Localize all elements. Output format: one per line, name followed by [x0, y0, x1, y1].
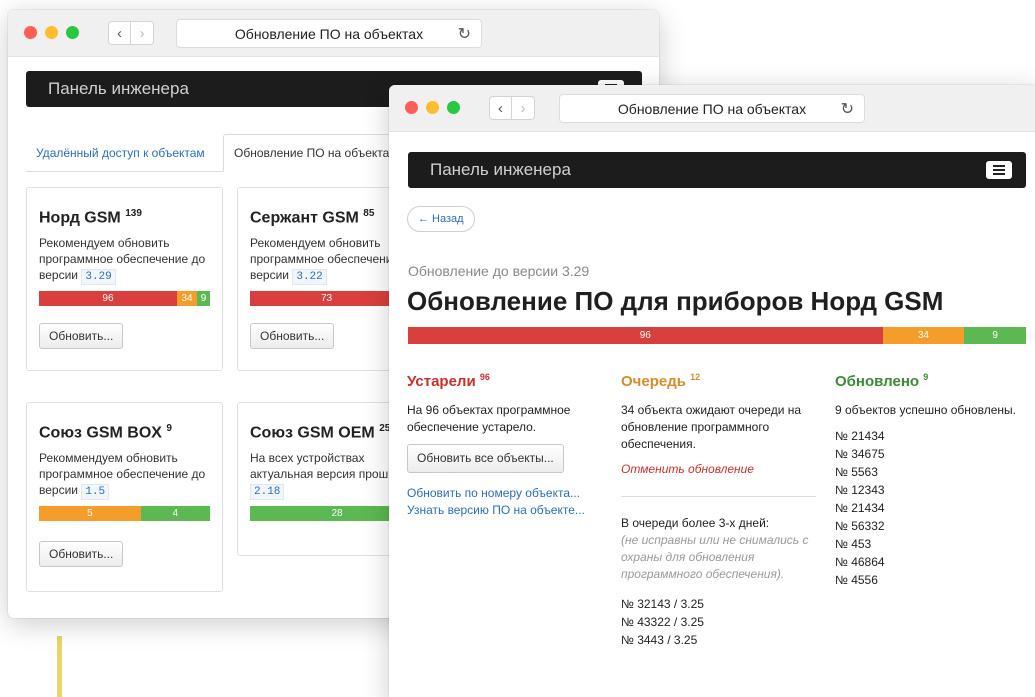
list-item: № 4556 — [835, 573, 878, 587]
list-item: № 56332 — [835, 519, 885, 533]
queue-heading: Очередь 12 — [621, 372, 701, 390]
list-item: № 34675 — [835, 447, 885, 461]
version-badge: 1.5 — [81, 484, 110, 501]
list-item: № 3443 / 3.25 — [621, 633, 698, 647]
tab-software-update[interactable]: Обновление ПО на объекта — [223, 134, 401, 172]
check-version-link[interactable]: Узнать версию ПО на объекте... — [407, 502, 603, 519]
update-button[interactable]: Обновить... — [39, 541, 124, 568]
card-title: Союз GSM BOX 9 — [39, 423, 172, 442]
page-title: Обновление ПО для приборов Норд GSM — [407, 286, 944, 316]
list-item: № 5563 — [835, 465, 878, 479]
cancel-update-link[interactable]: Отменить обновление — [621, 461, 816, 478]
outdated-column: Устарели 96 На 96 объектах программное о… — [407, 369, 603, 519]
updated-column: Обновлено 9 9 объектов успешно обновлены… — [835, 369, 1031, 589]
status-progress-bar: 96 34 9 — [408, 327, 1026, 344]
update-by-number-link[interactable]: Обновить по номеру объекта... — [407, 485, 603, 502]
card-title: Норд GSM 139 — [39, 208, 142, 227]
address-bar[interactable]: Обновление ПО на объектах ↻ — [176, 19, 482, 48]
bar-updated: 9 — [197, 291, 211, 307]
update-button[interactable]: Обновить... — [39, 323, 124, 350]
updated-heading: Обновлено 9 — [835, 372, 929, 390]
version-badge: 2.18 — [250, 484, 285, 501]
list-item: № 46864 — [835, 555, 885, 569]
address-bar-title: Обновление ПО на объектах — [617, 100, 807, 117]
device-card: Норд GSM 139 Рекомендуем обновить програ… — [26, 187, 223, 371]
outdated-text: На 96 объектах программное обеспечение у… — [407, 403, 571, 434]
history-nav: ‹ › — [108, 21, 154, 45]
list-item: № 32143 / 3.25 — [621, 597, 704, 611]
card-text: Рекомендуем обновить программное обеспеч… — [39, 236, 206, 286]
forward-arrow-icon[interactable]: › — [131, 21, 154, 45]
menu-icon[interactable] — [986, 161, 1012, 179]
decorative-accent-line — [57, 636, 62, 697]
bar-updated: 9 — [964, 327, 1026, 344]
back-button[interactable]: ← Назад — [407, 206, 475, 232]
list-item: № 453 — [835, 537, 872, 551]
update-button[interactable]: Обновить... — [250, 323, 335, 350]
bar-outdated: 73 — [250, 291, 404, 307]
version-badge: 3.29 — [81, 269, 116, 286]
update-all-button[interactable]: Обновить все объекты... — [407, 444, 564, 473]
card-count: 85 — [363, 208, 375, 219]
browser-titlebar: ‹ › Обновление ПО на объектах ↻ — [8, 10, 659, 57]
outdated-heading: Устарели 96 — [407, 372, 490, 390]
card-count: 9 — [166, 423, 172, 434]
bar-outdated: 96 — [39, 291, 177, 307]
page-subtitle: Обновление до версии 3.29 — [408, 263, 590, 279]
bar-outdated: 96 — [408, 327, 883, 344]
minimize-window-button[interactable] — [45, 26, 58, 39]
browser-titlebar: ‹ › Обновление ПО на объектах ↻ — [389, 85, 1035, 132]
bar-queued: 34 — [176, 291, 198, 307]
list-item: № 21434 — [835, 429, 885, 443]
reload-icon[interactable]: ↻ — [841, 99, 854, 119]
list-item: № 12343 — [835, 483, 885, 497]
back-arrow-icon[interactable]: ‹ — [108, 21, 131, 45]
address-bar-title: Обновление ПО на объектах — [234, 25, 424, 42]
browser-window-detail: ‹ › Обновление ПО на объектах ↻ Панель и… — [389, 85, 1035, 697]
zoom-window-button[interactable] — [66, 26, 79, 39]
queue-column: Очередь 12 34 объекта ожидают очереди на… — [621, 369, 816, 649]
bar-updated: 4 — [140, 506, 210, 522]
version-badge: 3.22 — [292, 269, 327, 286]
app-navbar: Панель инженера — [408, 152, 1026, 188]
queue-text: 34 объекта ожидают очереди на обновление… — [621, 403, 802, 451]
tab-remote-access[interactable]: Удалённый доступ к объектам — [26, 134, 215, 172]
updated-list: № 21434 № 34675 № 5563 № 12343 № 21434 №… — [835, 427, 1031, 589]
card-count: 139 — [125, 208, 142, 219]
list-item: № 43322 / 3.25 — [621, 615, 704, 629]
bar-queued: 5 — [39, 506, 141, 522]
bar-queued: 34 — [882, 327, 965, 344]
address-bar[interactable]: Обновление ПО на объектах ↻ — [559, 94, 865, 123]
list-item: № 21434 — [835, 501, 885, 515]
forward-arrow-icon[interactable]: › — [512, 96, 535, 120]
card-text: Рекоммендуем обновить программное обеспе… — [39, 451, 206, 501]
stale-title: В очереди более 3-х дней: — [621, 516, 770, 530]
updated-text: 9 объектов успешно обновлены. — [835, 403, 1016, 417]
reload-icon[interactable]: ↻ — [458, 24, 471, 44]
minimize-window-button[interactable] — [426, 101, 439, 114]
divider — [621, 496, 816, 497]
status-bar: 5 4 — [39, 506, 210, 522]
stale-note: (не исправны или не снимались с охраны д… — [621, 533, 809, 581]
close-window-button[interactable] — [405, 101, 418, 114]
stale-list: № 32143 / 3.25 № 43322 / 3.25 № 3443 / 3… — [621, 595, 816, 649]
navbar-title: Панель инженера — [48, 79, 189, 98]
back-arrow-icon[interactable]: ‹ — [489, 96, 512, 120]
device-card: Союз GSM BOX 9 Рекоммендуем обновить про… — [26, 402, 223, 592]
close-window-button[interactable] — [24, 26, 37, 39]
status-bar: 96 34 9 — [39, 291, 211, 307]
history-nav: ‹ › — [489, 96, 535, 120]
zoom-window-button[interactable] — [447, 101, 460, 114]
navbar-title: Панель инженера — [430, 160, 571, 179]
